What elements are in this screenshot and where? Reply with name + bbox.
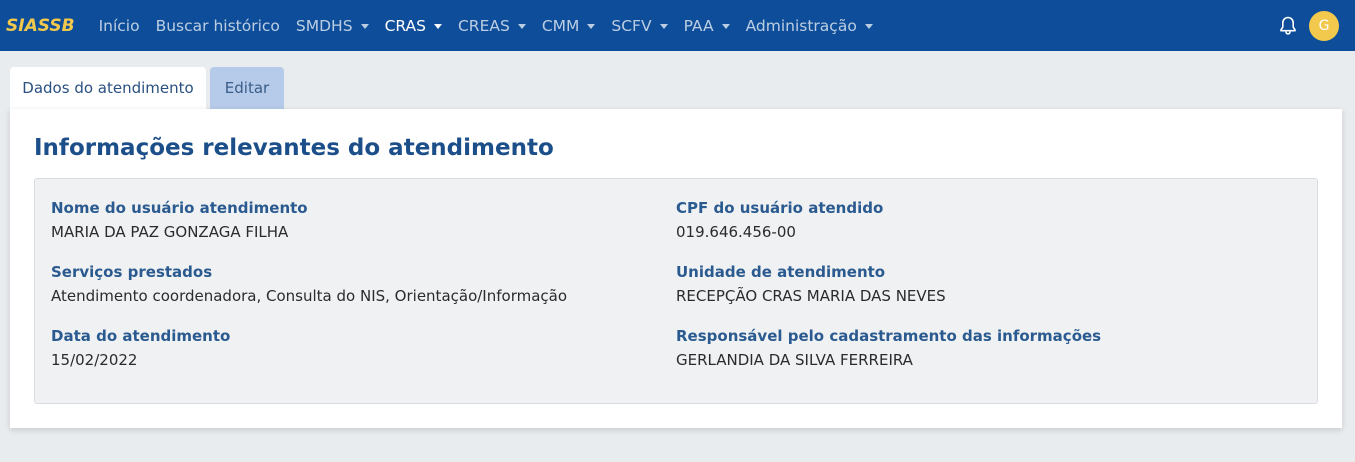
- nav-item-label: Administração: [745, 16, 857, 35]
- nav-item-label: SCFV: [611, 16, 652, 35]
- nav-menu: Início Buscar histórico SMDHS CRAS CREAS…: [99, 17, 889, 35]
- field-unidade-atendimento: Unidade de atendimento RECEPÇÃO CRAS MAR…: [676, 263, 946, 305]
- nav-item-administracao[interactable]: Administração: [746, 17, 873, 35]
- tab-label: Editar: [224, 79, 270, 97]
- caret-down-icon: [659, 23, 668, 29]
- field-value: 15/02/2022: [51, 351, 138, 369]
- bell-icon[interactable]: [1279, 16, 1297, 36]
- tab-label: Dados do atendimento: [22, 79, 194, 97]
- nav-right-group: G: [1279, 0, 1339, 51]
- field-value: MARIA DA PAZ GONZAGA FILHA: [51, 223, 289, 241]
- nav-item-label: CREAS: [457, 16, 510, 35]
- nav-item-label: SMDHS: [295, 16, 353, 35]
- nav-item-label: Início: [98, 16, 140, 35]
- top-navbar: SIASSB Início Buscar histórico SMDHS CRA…: [0, 0, 1355, 51]
- tab-editar[interactable]: Editar: [210, 67, 284, 109]
- caret-down-icon: [517, 23, 526, 29]
- avatar-initial: G: [1318, 17, 1330, 34]
- field-label: Data do atendimento: [51, 327, 231, 345]
- nav-item-label: CRAS: [384, 16, 426, 35]
- user-avatar[interactable]: G: [1309, 10, 1339, 41]
- nav-item-buscar-historico[interactable]: Buscar histórico: [156, 17, 280, 35]
- atendimento-card: Informações relevantes do atendimento No…: [10, 109, 1342, 428]
- caret-down-icon: [587, 23, 596, 29]
- caret-down-icon: [433, 23, 442, 29]
- nav-item-cras[interactable]: CRAS: [385, 17, 442, 35]
- brand-logo[interactable]: SIASSB: [6, 16, 75, 36]
- nav-item-cmm[interactable]: CMM: [542, 17, 596, 35]
- field-cpf-usuario: CPF do usuário atendido 019.646.456-00: [676, 199, 883, 241]
- field-nome-usuario: Nome do usuário atendimento MARIA DA PAZ…: [51, 199, 308, 241]
- field-responsavel-cadastramento: Responsável pelo cadastramento das infor…: [676, 327, 1101, 369]
- info-box: Nome do usuário atendimento MARIA DA PAZ…: [34, 178, 1318, 404]
- nav-item-inicio[interactable]: Início: [99, 17, 140, 35]
- tab-bar: Dados do atendimento Editar: [10, 67, 284, 109]
- field-label: Serviços prestados: [51, 263, 213, 281]
- nav-item-scfv[interactable]: SCFV: [611, 16, 668, 35]
- tab-dados-do-atendimento[interactable]: Dados do atendimento: [10, 67, 206, 109]
- nav-item-label: CMM: [541, 16, 580, 35]
- field-data-atendimento: Data do atendimento 15/02/2022: [51, 327, 230, 369]
- field-servicos-prestados: Serviços prestados Atendimento coordenad…: [51, 263, 567, 305]
- nav-item-creas[interactable]: CREAS: [458, 17, 526, 35]
- field-value: 019.646.456-00: [676, 223, 796, 241]
- caret-down-icon: [864, 23, 873, 29]
- nav-item-label: PAA: [683, 16, 714, 35]
- field-label: Nome do usuário atendimento: [51, 199, 308, 217]
- card-title: Informações relevantes do atendimento: [34, 135, 554, 161]
- field-label: CPF do usuário atendido: [676, 199, 884, 217]
- field-label: Unidade de atendimento: [676, 263, 886, 281]
- nav-item-paa[interactable]: PAA: [684, 17, 730, 35]
- field-value: RECEPÇÃO CRAS MARIA DAS NEVES: [676, 287, 946, 305]
- caret-down-icon: [721, 23, 730, 29]
- field-value: Atendimento coordenadora, Consulta do NI…: [51, 287, 568, 305]
- caret-down-icon: [360, 23, 369, 29]
- nav-item-smdhs[interactable]: SMDHS: [296, 17, 369, 35]
- field-label: Responsável pelo cadastramento das infor…: [676, 327, 1102, 345]
- field-value: GERLANDIA DA SILVA FERREIRA: [676, 351, 913, 369]
- nav-item-label: Buscar histórico: [155, 16, 280, 35]
